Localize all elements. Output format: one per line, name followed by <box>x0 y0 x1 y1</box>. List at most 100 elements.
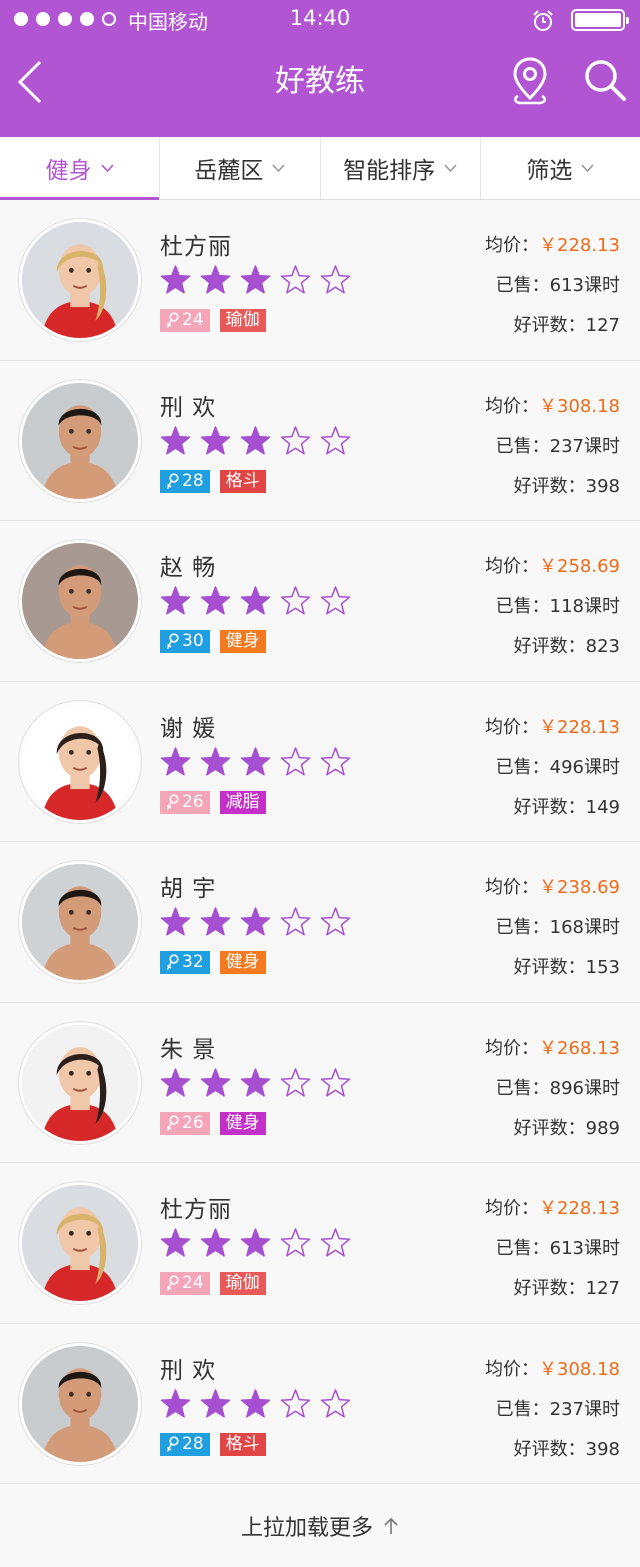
star-empty-icon <box>280 265 311 294</box>
price-value: 228.13 <box>557 1198 620 1219</box>
age-value: 24 <box>182 1273 204 1293</box>
filter-tab-label: 岳麓区 <box>194 158 264 184</box>
avatar <box>19 700 141 823</box>
star-filled-icon <box>160 586 191 615</box>
review-label: 好评数： <box>513 1438 586 1460</box>
rating-stars <box>160 425 351 456</box>
age-badge: 32 <box>160 951 210 974</box>
sold-unit: 课时 <box>584 756 620 778</box>
coach-portrait-image <box>22 222 138 338</box>
coach-stats: 均价：￥308.18 已售：237课时 好评数：398 <box>485 387 620 507</box>
star-filled-icon <box>240 1067 271 1097</box>
status-bar: 中国移动 14:40 <box>0 0 640 40</box>
filter-tab[interactable]: 岳麓区 <box>159 137 319 199</box>
filter-bar: 健身 岳麓区 智能排序 筛选 <box>0 137 640 200</box>
coach-list-item[interactable]: 胡 宇 32 健身 均价：￥238.69 已售：168课时 好评数：153 <box>0 842 640 1003</box>
coach-list-item[interactable]: 谢 媛 26 减脂 均价：￥228.13 已售：496课时 好评数：149 <box>0 681 640 842</box>
coach-list-item[interactable]: 杜方丽 24 瑜伽 均价：￥228.13 已售：613课时 好评数：127 <box>0 1163 640 1324</box>
category-badge: 瑜伽 <box>219 1272 266 1295</box>
coach-list-item[interactable]: 赵 畅 30 健身 均价：￥258.69 已售：118课时 好评数：823 <box>0 521 640 682</box>
price-value: 228.13 <box>557 235 620 256</box>
chevron-down-icon <box>272 164 285 172</box>
coach-stats: 均价：￥308.18 已售：237课时 好评数：398 <box>485 1350 620 1470</box>
location-pin-icon[interactable] <box>510 56 550 106</box>
review-value: 398 <box>585 1438 620 1460</box>
star-empty-icon <box>280 1067 311 1097</box>
category-label: 瑜伽 <box>225 1273 260 1293</box>
avatar <box>19 1182 141 1304</box>
sold-unit: 课时 <box>584 1077 620 1099</box>
avg-price-label: 均价： <box>485 1037 540 1059</box>
sold-unit: 课时 <box>584 275 620 296</box>
review-value: 127 <box>585 315 620 336</box>
review-label: 好评数： <box>513 315 586 336</box>
star-filled-icon <box>160 1228 191 1257</box>
arrow-up-icon <box>384 1517 398 1534</box>
price-value: 308.18 <box>557 395 620 417</box>
sold-count: 已售：613课时 <box>485 1229 620 1269</box>
star-empty-icon <box>280 907 311 936</box>
review-label: 好评数： <box>513 1278 586 1299</box>
app-header: 中国移动 14:40 好教练 <box>0 0 640 137</box>
category-label: 减脂 <box>225 791 260 812</box>
sold-value: 168 <box>549 917 584 938</box>
coach-list-item[interactable]: 杜方丽 24 瑜伽 均价：￥228.13 已售：613课时 好评数：127 <box>0 200 640 361</box>
price-value: 228.13 <box>557 716 620 738</box>
currency-symbol: ￥ <box>539 1037 558 1059</box>
coach-portrait-image <box>22 703 138 820</box>
review-count: 好评数：989 <box>485 1109 620 1149</box>
star-filled-icon <box>160 907 191 936</box>
coach-list-item[interactable]: 刑 欢 28 格斗 均价：￥308.18 已售：237课时 好评数：398 <box>0 360 640 521</box>
filter-tab[interactable]: 筛选 <box>479 137 640 199</box>
filter-tab[interactable]: 智能排序 <box>319 137 480 199</box>
category-label: 健身 <box>225 952 260 972</box>
coach-portrait-image <box>22 1024 138 1141</box>
avg-price-label: 均价： <box>485 1198 540 1219</box>
gender-icon <box>166 1114 179 1131</box>
sold-value: 237 <box>549 1398 584 1420</box>
coach-stats: 均价：￥228.13 已售：496课时 好评数：149 <box>485 708 620 828</box>
currency-symbol: ￥ <box>539 1198 558 1219</box>
sold-count: 已售：168课时 <box>485 908 620 948</box>
star-filled-icon <box>200 1388 231 1418</box>
chevron-down-icon <box>101 164 114 172</box>
star-empty-icon <box>320 425 351 455</box>
age-value: 28 <box>182 1433 204 1454</box>
gender-icon <box>166 954 179 970</box>
coach-list-item[interactable]: 刑 欢 28 格斗 均价：￥308.18 已售：237课时 好评数：398 <box>0 1323 640 1484</box>
sold-value: 118 <box>549 596 584 617</box>
star-empty-icon <box>320 1388 351 1418</box>
category-label: 格斗 <box>225 1433 260 1454</box>
load-more-label: 上拉加载更多 <box>240 1515 373 1541</box>
sold-label: 已售： <box>495 1238 550 1259</box>
star-empty-icon <box>280 586 311 615</box>
avg-price: 均价：￥308.18 <box>485 387 620 427</box>
badge-group: 26 健身 <box>160 1111 266 1135</box>
star-filled-icon <box>160 1067 191 1097</box>
coach-list-item[interactable]: 朱 景 26 健身 均价：￥268.13 已售：896课时 好评数：989 <box>0 1002 640 1163</box>
category-badge: 健身 <box>219 1111 266 1135</box>
category-badge: 健身 <box>219 630 266 653</box>
avg-price: 均价：￥228.13 <box>485 226 620 266</box>
badge-group: 28 格斗 <box>160 469 266 493</box>
price-value: 258.69 <box>557 556 620 577</box>
age-badge: 28 <box>160 469 210 493</box>
star-filled-icon <box>200 746 231 776</box>
filter-tab-label: 筛选 <box>526 158 573 184</box>
avg-price-label: 均价： <box>485 395 540 417</box>
age-badge: 26 <box>160 790 210 814</box>
star-filled-icon <box>200 425 231 455</box>
star-filled-icon <box>240 1228 271 1257</box>
coach-list: 杜方丽 24 瑜伽 均价：￥228.13 已售：613课时 好评数：127 刑 欢 28 格斗均… <box>0 200 640 1484</box>
filter-tab[interactable]: 健身 <box>0 137 160 200</box>
sold-count: 已售：237课时 <box>485 427 620 467</box>
load-more-button[interactable]: 上拉加载更多 <box>0 1484 640 1567</box>
avg-price: 均价：￥228.13 <box>485 1189 620 1229</box>
review-count: 好评数：398 <box>485 467 620 507</box>
star-filled-icon <box>240 746 271 776</box>
review-count: 好评数：149 <box>485 788 620 828</box>
search-icon[interactable] <box>583 58 627 102</box>
star-filled-icon <box>240 425 271 455</box>
sold-label: 已售： <box>495 1398 550 1420</box>
review-value: 153 <box>585 957 620 978</box>
